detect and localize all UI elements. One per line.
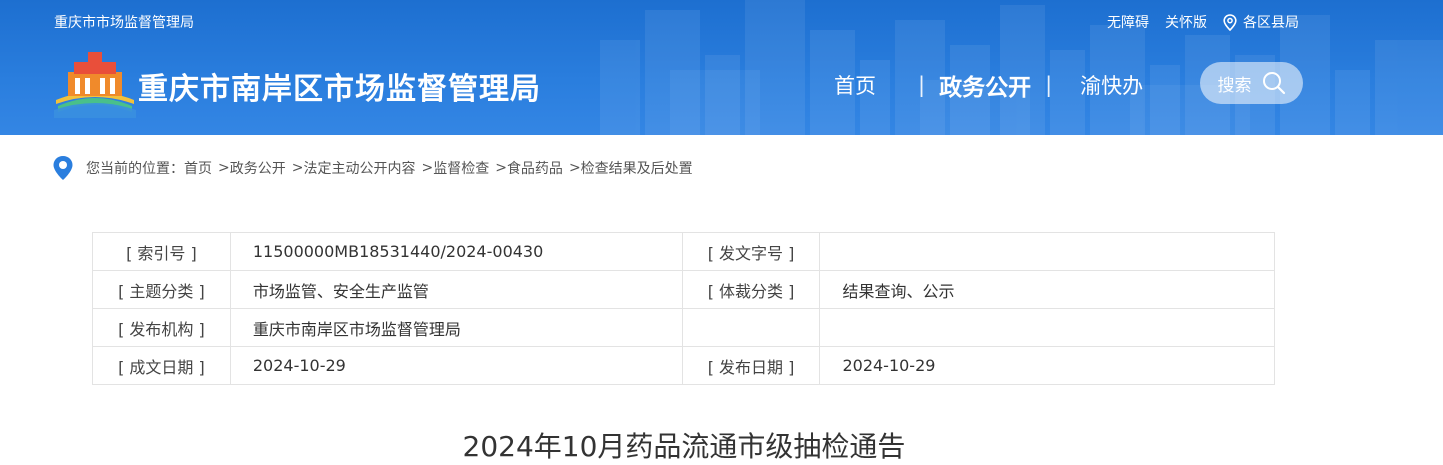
breadcrumb-separator: > xyxy=(218,160,230,176)
nav-home[interactable]: 首页 xyxy=(834,70,876,100)
breadcrumb-item-supervision[interactable]: 监督检查 xyxy=(433,158,489,178)
meta-value-genre: 结果查询、公示 xyxy=(819,270,1275,309)
article-title: 2024年10月药品流通市级抽检通告 xyxy=(462,430,906,463)
meta-label-index-number: [ 索引号 ] xyxy=(92,232,231,271)
document-meta-table: [ 索引号 ] 11500000MB18531440/2024-00430 [ … xyxy=(92,232,1275,385)
search-button-label: 搜索 xyxy=(1217,75,1252,96)
site-header: 重庆市市场监督管理局 无障碍 关怀版 各区县局 重庆市南岸区市场监督管理局 首页… xyxy=(0,0,1443,135)
parent-site-name[interactable]: 重庆市市场监督管理局 xyxy=(54,12,194,32)
meta-label-doc-number: [ 发文字号 ] xyxy=(681,232,821,271)
top-links: 无障碍 关怀版 各区县局 xyxy=(1107,12,1299,32)
location-icon xyxy=(53,156,73,180)
meta-value-index-number: 11500000MB18531440/2024-00430 xyxy=(229,232,683,271)
nav-yukuaiban[interactable]: 渝快办 xyxy=(1080,70,1143,100)
breadcrumb-item-gov-affairs[interactable]: 政务公开 xyxy=(230,158,286,178)
meta-label-written-date: [ 成文日期 ] xyxy=(92,346,231,385)
districts-link-label: 各区县局 xyxy=(1243,15,1299,31)
breadcrumb-item-food-drugs[interactable]: 食品药品 xyxy=(507,158,563,178)
meta-empty-cell xyxy=(681,308,821,347)
meta-value-doc-number xyxy=(819,232,1275,271)
breadcrumb-separator: > xyxy=(421,160,434,176)
breadcrumb-item-home[interactable]: 首页 xyxy=(184,158,212,178)
main-nav: 首页 | 政务公开 | 渝快办 xyxy=(834,68,1143,102)
table-row: [ 成文日期 ] 2024-10-29 [ 发布日期 ] 2024-10-29 xyxy=(92,346,1275,385)
districts-link[interactable]: 各区县局 xyxy=(1223,12,1299,32)
meta-empty-cell xyxy=(819,308,1275,347)
meta-label-topic: [ 主题分类 ] xyxy=(92,270,231,309)
breadcrumb-separator: > xyxy=(568,160,581,176)
nav-gov-affairs[interactable]: 政务公开 xyxy=(939,68,1031,102)
accessibility-link[interactable]: 无障碍 xyxy=(1107,12,1149,32)
breadcrumb-item-inspection-results[interactable]: 检查结果及后处置 xyxy=(581,158,693,178)
meta-value-topic: 市场监管、安全生产监管 xyxy=(229,270,683,309)
nav-separator: | xyxy=(918,73,926,97)
bureau-logo-icon xyxy=(54,52,136,118)
table-row: [ 发布机构 ] 重庆市南岸区市场监督管理局 xyxy=(92,308,1275,347)
breadcrumb-item-statutory-disclosure[interactable]: 法定主动公开内容 xyxy=(303,158,415,178)
meta-value-publisher: 重庆市南岸区市场监督管理局 xyxy=(229,308,683,347)
breadcrumb: 您当前的位置： 首页 > 政务公开 > 法定主动公开内容 > 监督检查 > 食品… xyxy=(52,155,693,181)
breadcrumb-prefix: 您当前的位置： xyxy=(86,161,184,177)
meta-label-publisher: [ 发布机构 ] xyxy=(92,308,231,347)
table-row: [ 主题分类 ] 市场监管、安全生产监管 [ 体裁分类 ] 结果查询、公示 xyxy=(92,270,1275,309)
meta-value-publish-date: 2024-10-29 xyxy=(819,346,1275,385)
search-icon xyxy=(1262,72,1285,95)
location-pin-icon xyxy=(1223,13,1237,31)
search-button[interactable]: 搜索 xyxy=(1200,62,1303,104)
breadcrumb-separator: > xyxy=(495,160,507,176)
breadcrumb-separator: > xyxy=(291,160,304,176)
nav-separator: | xyxy=(1045,73,1053,97)
site-title: 重庆市南岸区市场监督管理局 xyxy=(138,72,541,107)
table-row: [ 索引号 ] 11500000MB18531440/2024-00430 [ … xyxy=(92,232,1275,271)
meta-value-written-date: 2024-10-29 xyxy=(229,346,683,385)
meta-label-publish-date: [ 发布日期 ] xyxy=(681,346,821,385)
meta-label-genre: [ 体裁分类 ] xyxy=(681,270,821,309)
elder-mode-link[interactable]: 关怀版 xyxy=(1165,12,1207,32)
